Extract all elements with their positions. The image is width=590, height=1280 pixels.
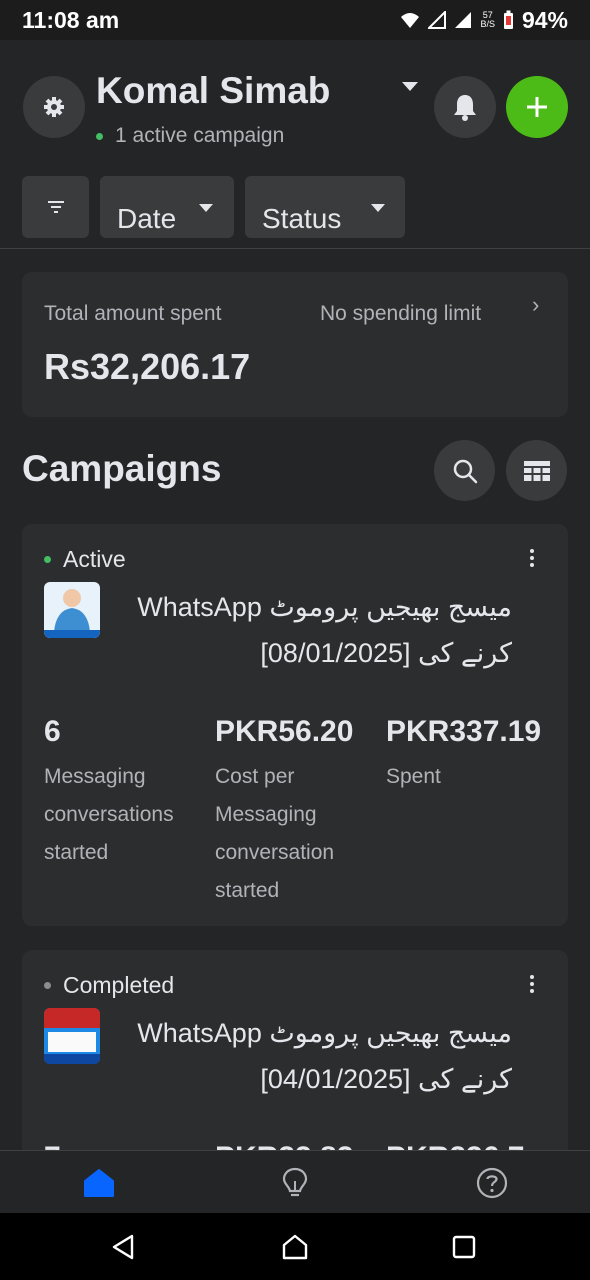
- campaign-status: Completed: [44, 972, 174, 999]
- campaign-name: میسج بھیجیں پروموٹ WhatsApp کرنے کی [08/…: [137, 592, 512, 668]
- header-divider: [0, 248, 590, 249]
- table-view-button[interactable]: [506, 440, 567, 501]
- date-filter-chip[interactable]: Date: [100, 176, 234, 238]
- metric-conversations: 6 Messaging conversations started: [44, 715, 174, 864]
- home-icon: [84, 1169, 114, 1197]
- filter-button[interactable]: [22, 176, 89, 238]
- battery-percent: 94%: [521, 6, 568, 33]
- more-icon[interactable]: [522, 972, 542, 996]
- help-icon: [476, 1167, 508, 1199]
- campaign-name: میسج بھیجیں پروموٹ WhatsApp کرنے کی [04/…: [137, 1018, 512, 1094]
- spend-summary-card[interactable]: Total amount spent No spending limit › R…: [22, 272, 568, 417]
- spend-amount: Rs32,206.17: [44, 346, 251, 387]
- status-filter-label: Status: [262, 203, 342, 234]
- metric-cost-per-conversation: PKR56.20 Cost per Messaging conversation…: [215, 715, 354, 902]
- active-dot-icon: [96, 132, 103, 140]
- settings-button[interactable]: [23, 76, 85, 138]
- lightbulb-icon: [282, 1167, 308, 1197]
- account-name[interactable]: Komal Simab: [96, 70, 330, 112]
- campaign-status: Active: [44, 546, 126, 573]
- search-icon: [453, 459, 477, 483]
- status-icons: 57 B/S 94%: [400, 7, 568, 34]
- recents-icon: [452, 1235, 476, 1259]
- net-speed: 57 B/S: [480, 10, 495, 29]
- nav-help[interactable]: [474, 1165, 510, 1201]
- date-filter-label: Date: [117, 203, 177, 234]
- wifi-icon: [401, 13, 420, 28]
- account-dropdown-icon[interactable]: [402, 82, 418, 91]
- signal-icon: [428, 11, 447, 29]
- back-button[interactable]: [105, 1229, 141, 1265]
- signal-icon-2: [455, 12, 472, 28]
- home-system-button[interactable]: [277, 1229, 313, 1265]
- chevron-down-icon: [199, 204, 213, 212]
- notifications-button[interactable]: [434, 76, 496, 138]
- bell-icon: [454, 95, 476, 121]
- settings-icon: [44, 97, 64, 117]
- spend-label: Total amount spent: [44, 302, 222, 325]
- metric-spent: PKR337.19 Spent: [386, 715, 542, 788]
- battery-icon: [503, 10, 513, 29]
- system-navigation-bar: [0, 1213, 590, 1280]
- spending-limit: No spending limit: [320, 302, 482, 325]
- home-circle-icon: [282, 1234, 308, 1260]
- clock: 11:08 am: [22, 6, 120, 33]
- table-icon: [523, 460, 550, 481]
- filter-icon: [47, 201, 64, 213]
- bottom-navigation: [0, 1150, 590, 1213]
- create-button[interactable]: [506, 76, 568, 138]
- campaign-card[interactable]: Active میسج بھیجیں پروموٹ WhatsApp کرنے …: [22, 524, 568, 926]
- campaign-card[interactable]: Completed میسج بھیجیں پروموٹ WhatsApp کر…: [22, 950, 568, 1170]
- completed-dot-icon: [44, 982, 51, 989]
- status-bar: 11:08 am 57 B/S 94%: [0, 0, 590, 40]
- header: Komal Simab 1 active campaign Date Statu…: [0, 40, 590, 250]
- section-title: Campaigns: [22, 448, 222, 489]
- more-icon[interactable]: [522, 546, 542, 570]
- recents-button[interactable]: [446, 1229, 482, 1265]
- chevron-right-icon: ›: [532, 292, 540, 317]
- status-filter-chip[interactable]: Status: [245, 176, 405, 238]
- active-campaign-status: 1 active campaign: [96, 124, 284, 148]
- plus-icon: [527, 97, 547, 117]
- nav-insights[interactable]: [277, 1165, 313, 1201]
- campaign-thumbnail: [44, 1008, 100, 1064]
- campaign-thumbnail: [44, 582, 100, 638]
- active-dot-icon: [44, 556, 51, 563]
- filter-row: Date Status: [22, 176, 405, 238]
- nav-home[interactable]: [81, 1165, 117, 1201]
- search-button[interactable]: [434, 440, 495, 501]
- back-icon: [112, 1234, 134, 1260]
- chevron-down-icon: [371, 204, 385, 212]
